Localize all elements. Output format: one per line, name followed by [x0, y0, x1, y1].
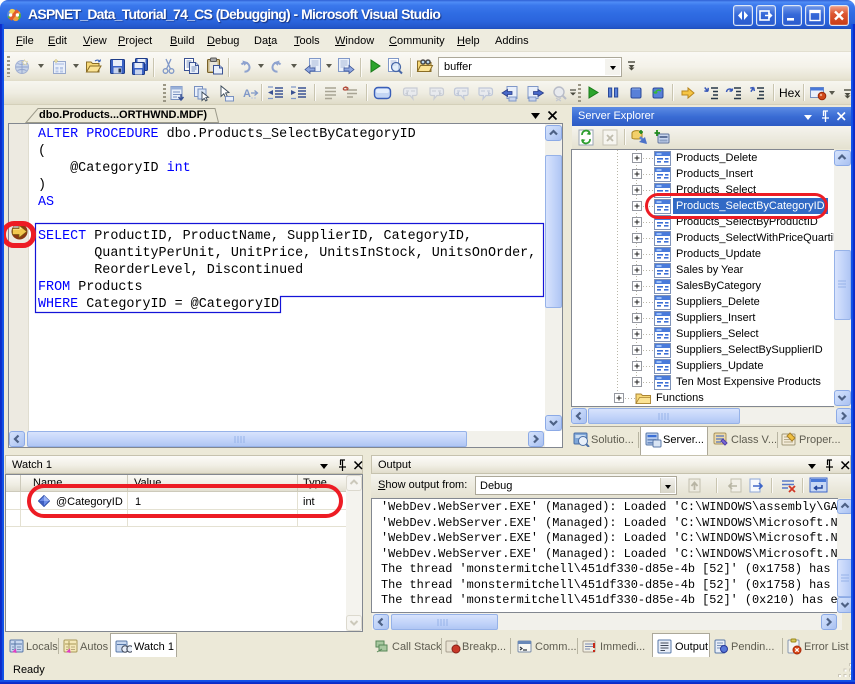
svg-text:A: A	[243, 88, 251, 100]
